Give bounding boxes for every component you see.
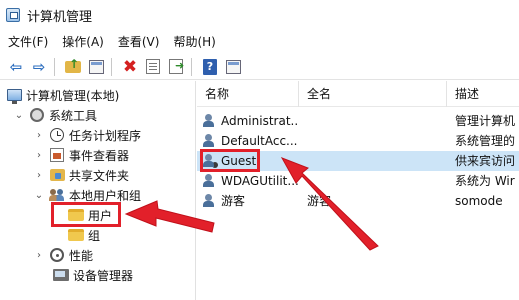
- tree-item-device-manager[interactable]: 设备管理器: [48, 265, 133, 285]
- window-title: 计算机管理: [27, 9, 93, 25]
- view-button[interactable]: [223, 57, 243, 77]
- export-list-icon: [169, 59, 184, 74]
- user-full-name: [307, 131, 445, 151]
- chevron-down-icon[interactable]: ⌄: [34, 190, 44, 201]
- delete-button[interactable]: ✖: [120, 57, 140, 77]
- user-icon: [203, 194, 217, 208]
- help-icon: ?: [203, 58, 217, 75]
- user-full-name: 游客: [307, 194, 332, 208]
- computer-icon: [6, 87, 22, 104]
- users-highlight-box: [51, 202, 121, 227]
- list-row[interactable]: WDAGUtilit... 系统为 Wir: [197, 171, 519, 191]
- tree-item-computer-management[interactable]: 计算机管理(本地): [6, 85, 119, 105]
- user-description: 系统管理的: [455, 134, 516, 148]
- navigation-tree[interactable]: 计算机管理(本地) ⌄ 系统工具 › 任务计划程序 › 事件查看器 › 共享文件…: [0, 81, 196, 300]
- properties-button[interactable]: [143, 57, 163, 77]
- delete-icon: ✖: [122, 56, 138, 77]
- help-button[interactable]: ?: [200, 57, 220, 77]
- list-row[interactable]: 游客 游客 somode: [197, 191, 519, 211]
- column-header-name[interactable]: 名称: [197, 81, 299, 107]
- tree-label: 组: [88, 228, 101, 243]
- user-name: Administrat...: [221, 114, 299, 128]
- tree-item-task-scheduler[interactable]: › 任务计划程序: [34, 125, 141, 145]
- user-name: DefaultAcc...: [221, 134, 298, 148]
- back-button[interactable]: ⇦: [6, 57, 26, 77]
- list-row[interactable]: DefaultAcc... 系统管理的: [197, 131, 519, 151]
- user-description: somode: [455, 194, 503, 208]
- chevron-right-icon[interactable]: ›: [34, 170, 44, 181]
- tree-item-performance[interactable]: › 性能: [34, 245, 93, 265]
- chevron-down-icon[interactable]: ⌄: [14, 110, 24, 121]
- back-arrow-icon: ⇦: [9, 57, 23, 76]
- toolbar-separator: [191, 57, 192, 76]
- view-icon: [225, 59, 241, 74]
- menu-help[interactable]: 帮助(H): [166, 31, 222, 53]
- menu-action[interactable]: 操作(A): [55, 31, 111, 53]
- tree-label: 事件查看器: [69, 148, 130, 163]
- clock-icon: [49, 127, 65, 143]
- tree-label: 系统工具: [49, 108, 98, 123]
- user-icon: [203, 134, 217, 148]
- forward-arrow-icon: ⇨: [32, 57, 46, 76]
- user-icon: [203, 174, 217, 188]
- chevron-right-icon[interactable]: ›: [34, 150, 44, 161]
- shared-folder-icon: [49, 167, 65, 183]
- title-bar: 计算机管理: [0, 0, 519, 30]
- user-description: 管理计算机: [455, 114, 516, 128]
- user-icon: [203, 114, 217, 128]
- user-full-name: [307, 111, 445, 131]
- list-row[interactable]: Administrat... 管理计算机: [197, 111, 519, 131]
- tree-label: 本地用户和组: [69, 188, 142, 203]
- event-viewer-icon: [49, 147, 65, 163]
- list-header: 名称 全名 描述: [197, 81, 519, 107]
- show-hide-tree-button[interactable]: [86, 57, 106, 77]
- tree-item-event-viewer[interactable]: › 事件查看器: [34, 145, 129, 165]
- tree-label: 性能: [69, 248, 94, 263]
- chevron-right-icon[interactable]: ›: [34, 130, 44, 141]
- show-hide-tree-icon: [88, 59, 104, 74]
- device-manager-icon: [53, 267, 69, 283]
- forward-button[interactable]: ⇨: [29, 57, 49, 77]
- tree-label: 共享文件夹: [69, 168, 130, 183]
- user-full-name: [307, 151, 445, 171]
- column-header-description[interactable]: 描述: [447, 81, 519, 107]
- up-one-level-button[interactable]: [63, 57, 83, 77]
- computer-management-icon: [6, 8, 20, 22]
- user-name: WDAGUtilit...: [221, 174, 299, 188]
- user-description: 系统为 Wir: [455, 174, 515, 188]
- tree-item-groups[interactable]: 组: [63, 225, 100, 245]
- toolbar: ⇦ ⇨ ✖ ?: [0, 54, 519, 80]
- up-folder-icon: [65, 57, 81, 73]
- toolbar-separator: [54, 57, 55, 76]
- export-list-button[interactable]: [166, 57, 186, 77]
- tree-label: 计算机管理(本地): [26, 88, 120, 103]
- folder-icon: [68, 227, 84, 243]
- user-description: 供来宾访问: [455, 154, 516, 168]
- menu-bar: 文件(F) 操作(A) 查看(V) 帮助(H): [0, 31, 519, 53]
- performance-icon: [49, 247, 65, 263]
- menu-file[interactable]: 文件(F): [8, 31, 55, 53]
- column-header-full-name[interactable]: 全名: [299, 81, 447, 107]
- users-group-icon: [49, 187, 65, 203]
- user-full-name: [307, 171, 445, 191]
- tree-label: 设备管理器: [73, 268, 134, 283]
- guest-highlight-box: [200, 149, 260, 172]
- tree-item-system-tools[interactable]: ⌄ 系统工具: [14, 105, 97, 125]
- tools-icon: [29, 107, 45, 123]
- properties-icon: [146, 59, 160, 74]
- users-list[interactable]: 名称 全名 描述 Administrat... 管理计算机 DefaultAcc…: [197, 81, 519, 300]
- tree-item-shared-folders[interactable]: › 共享文件夹: [34, 165, 129, 185]
- tree-label: 任务计划程序: [69, 128, 142, 143]
- toolbar-separator: [111, 57, 112, 76]
- user-name: 游客: [221, 194, 246, 208]
- chevron-right-icon[interactable]: ›: [34, 250, 44, 261]
- menu-view[interactable]: 查看(V): [111, 31, 167, 53]
